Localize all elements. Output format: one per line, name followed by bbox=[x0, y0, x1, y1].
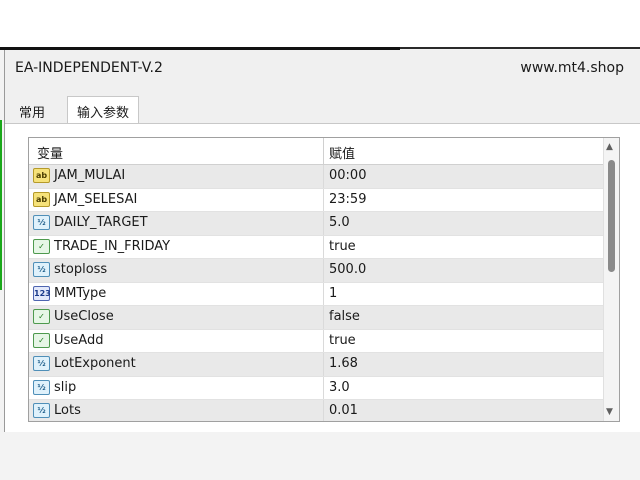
column-header-variable[interactable]: 变量 bbox=[37, 143, 63, 162]
tab-strip: 常用 输入参数 bbox=[5, 96, 640, 124]
tab-input-parameters[interactable]: 输入参数 bbox=[67, 96, 139, 124]
parameter-value[interactable]: false bbox=[329, 309, 360, 324]
chart-line-fragment bbox=[0, 120, 2, 290]
cell-divider bbox=[323, 188, 324, 211]
cell-divider bbox=[323, 353, 324, 376]
scroll-up-icon[interactable]: ▲ bbox=[606, 142, 613, 152]
double-type-icon: ½ bbox=[33, 262, 50, 277]
cell-divider bbox=[323, 376, 324, 399]
parameter-name: Lots bbox=[54, 403, 81, 418]
cell-divider bbox=[323, 235, 324, 258]
string-type-icon: ab bbox=[33, 168, 50, 183]
bool-type-icon: ✓ bbox=[33, 309, 50, 324]
parameter-value[interactable]: 1 bbox=[329, 286, 337, 301]
chart-edge-bar-thin bbox=[400, 47, 640, 49]
table-row[interactable]: ½ DAILY_TARGET 5.0 bbox=[29, 212, 619, 236]
vertical-scrollbar[interactable]: ▲ ▼ bbox=[603, 138, 619, 421]
parameter-name: JAM_MULAI bbox=[54, 168, 126, 183]
parameter-name: LotExponent bbox=[54, 356, 136, 371]
cell-divider bbox=[323, 306, 324, 329]
table-row[interactable]: ✓ UseClose false bbox=[29, 306, 619, 330]
double-type-icon: ½ bbox=[33, 215, 50, 230]
parameter-name: slip bbox=[54, 379, 77, 395]
table-row[interactable]: ab JAM_MULAI 00:00 bbox=[29, 165, 619, 189]
cell-divider bbox=[323, 212, 324, 235]
table-row[interactable]: ½ Lots 0.01 bbox=[29, 400, 619, 421]
parameter-value[interactable]: 3.0 bbox=[329, 380, 350, 395]
parameter-value[interactable]: 0.01 bbox=[329, 403, 358, 418]
table-header: 变量 赋值 bbox=[29, 138, 619, 165]
string-type-icon: ab bbox=[33, 191, 50, 207]
parameters-table: 变量 赋值 ab JAM_MULAI 00:00 ab JAM_SELESAI 23:59… bbox=[28, 137, 620, 422]
table-row[interactable]: ✓ TRADE_IN_FRIDAY true bbox=[29, 235, 619, 259]
double-type-icon: ½ bbox=[33, 356, 50, 371]
table-row[interactable]: 123 MMType 1 bbox=[29, 282, 619, 306]
cell-divider bbox=[323, 282, 324, 305]
double-type-icon: ½ bbox=[33, 403, 50, 418]
scroll-down-icon[interactable]: ▼ bbox=[606, 407, 613, 417]
watermark-site: www.mt4.shop bbox=[520, 60, 624, 76]
cell-divider bbox=[323, 329, 324, 352]
tab-common[interactable]: 常用 bbox=[19, 102, 45, 121]
cell-divider bbox=[323, 259, 324, 282]
table-row[interactable]: ½ slip 3.0 bbox=[29, 376, 619, 400]
table-row[interactable]: ab JAM_SELESAI 23:59 bbox=[29, 188, 619, 212]
parameter-name: MMType bbox=[54, 285, 107, 301]
title-bar[interactable]: EA-INDEPENDENT-V.2 www.mt4.shop bbox=[5, 50, 640, 86]
parameter-name: stoploss bbox=[54, 262, 108, 277]
scroll-thumb[interactable] bbox=[608, 160, 615, 272]
parameter-value[interactable]: 23:59 bbox=[329, 192, 366, 207]
parameter-name: JAM_SELESAI bbox=[54, 191, 138, 207]
parameter-value[interactable]: 1.68 bbox=[329, 356, 358, 371]
parameter-value[interactable]: true bbox=[329, 239, 356, 254]
parameter-name: UseAdd bbox=[54, 332, 104, 348]
column-header-value[interactable]: 赋值 bbox=[329, 143, 355, 162]
ea-properties-dialog: EA-INDEPENDENT-V.2 www.mt4.shop 常用 输入参数 … bbox=[4, 50, 640, 432]
table-row[interactable]: ✓ UseAdd true bbox=[29, 329, 619, 353]
parameter-value[interactable]: 00:00 bbox=[329, 168, 366, 183]
column-divider[interactable] bbox=[323, 138, 324, 165]
window-title: EA-INDEPENDENT-V.2 bbox=[15, 60, 163, 76]
bool-type-icon: ✓ bbox=[33, 238, 50, 254]
table-row[interactable]: ½ stoploss 500.0 bbox=[29, 259, 619, 283]
parameter-name: TRADE_IN_FRIDAY bbox=[54, 238, 171, 254]
cell-divider bbox=[323, 165, 324, 188]
parameter-value[interactable]: true bbox=[329, 333, 356, 348]
table-row[interactable]: ½ LotExponent 1.68 bbox=[29, 353, 619, 377]
parameter-value[interactable]: 5.0 bbox=[329, 215, 350, 230]
cell-divider bbox=[323, 400, 324, 421]
parameter-name: DAILY_TARGET bbox=[54, 215, 148, 230]
tab-panel: 变量 赋值 ab JAM_MULAI 00:00 ab JAM_SELESAI 23:59… bbox=[5, 123, 640, 432]
bool-type-icon: ✓ bbox=[33, 332, 50, 348]
parameter-value[interactable]: 500.0 bbox=[329, 262, 366, 277]
parameter-name: UseClose bbox=[54, 309, 114, 324]
background-strip bbox=[0, 0, 640, 48]
table-body: ab JAM_MULAI 00:00 ab JAM_SELESAI 23:59 ½ DAILY… bbox=[29, 165, 619, 421]
double-type-icon: ½ bbox=[33, 379, 50, 395]
int-type-icon: 123 bbox=[33, 285, 51, 301]
